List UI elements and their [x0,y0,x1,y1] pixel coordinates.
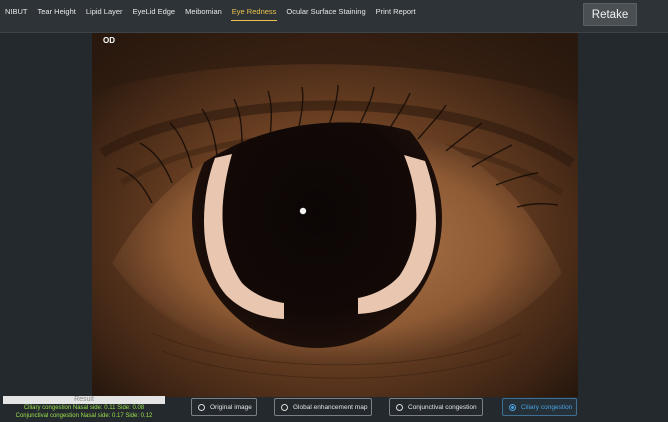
tab-tear-height[interactable]: Tear Height [33,0,81,22]
conjunctival-congestion-result: Conjunctival congestion Nasal side: 0.17… [15,413,153,419]
mode-label: Original image [210,403,252,411]
result-title: Result [3,396,165,404]
radio-icon [396,403,403,411]
tab-lipid-layer[interactable]: Lipid Layer [81,0,128,22]
mode-label: Conjunctival congestion [408,403,477,411]
tab-print-report[interactable]: Print Report [371,0,421,22]
result-panel: Result Ciliary congestion Nasal side: 0.… [3,396,165,422]
tab-meibomian[interactable]: Meibomian [180,0,227,22]
radio-icon [281,403,288,411]
mode-label: Global enhancement map [293,403,368,411]
top-navigation-bar: NIBUT Tear Height Lipid Layer EyeLid Edg… [0,0,668,33]
mode-label: Ciliary congestion [521,403,573,411]
mode-original-image-button[interactable]: Original image [191,398,257,416]
tab-eye-redness[interactable]: Eye Redness [227,0,282,22]
mode-conjunctival-congestion-button[interactable]: Conjunctival congestion [389,398,483,416]
tab-ocular-surface-staining[interactable]: Ocular Surface Staining [281,0,370,22]
ciliary-congestion-result: Ciliary congestion Nasal side: 0.11 Side… [23,405,145,411]
eye-image [92,33,578,397]
mode-global-enhancement-button[interactable]: Global enhancement map [274,398,372,416]
tab-nibut[interactable]: NIBUT [0,0,33,22]
radio-selected-icon [509,403,516,411]
analysis-tabs: NIBUT Tear Height Lipid Layer EyeLid Edg… [0,0,421,22]
mode-ciliary-congestion-button[interactable]: Ciliary congestion [502,398,577,416]
radio-icon [198,403,205,411]
retake-button[interactable]: Retake [583,3,637,26]
eye-side-label: OD [103,36,115,45]
eye-image-viewer: OD [92,33,578,397]
tab-eyelid-edge[interactable]: EyeLid Edge [128,0,181,22]
